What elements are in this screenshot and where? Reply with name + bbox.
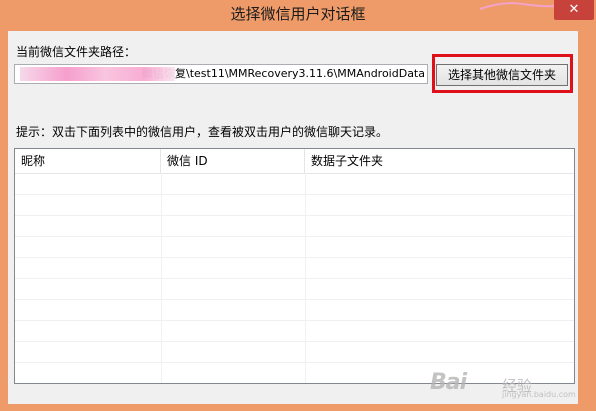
column-header-wechat-id[interactable]: 微信 ID bbox=[161, 149, 305, 173]
empty-list-row bbox=[15, 257, 574, 279]
list-header: 昵称 微信 ID 数据子文件夹 bbox=[15, 149, 574, 174]
folder-path-field[interactable]: 微信恢复\test11\MMRecovery3.11.6\MMAndroidDa… bbox=[14, 64, 428, 84]
folder-path-value: 微信恢复\test11\MMRecovery3.11.6\MMAndroidDa… bbox=[142, 67, 425, 80]
watermark-url: jingyan.baidu.com bbox=[502, 390, 576, 399]
column-header-data-subfolder[interactable]: 数据子文件夹 bbox=[305, 149, 574, 173]
empty-list-row bbox=[15, 299, 574, 321]
empty-list-row bbox=[15, 320, 574, 342]
redacted-path-segment bbox=[20, 67, 175, 81]
pen-stroke-mark bbox=[479, 2, 557, 10]
empty-list-row bbox=[15, 194, 574, 216]
close-icon: ✕ bbox=[568, 2, 580, 17]
empty-list-row bbox=[15, 341, 574, 363]
watermark-logo: Bai bbox=[430, 370, 467, 395]
hint-text: 提示：双击下面列表中的微信用户，查看被双击用户的微信聊天记录。 bbox=[16, 125, 389, 139]
user-list[interactable]: 昵称 微信 ID 数据子文件夹 bbox=[14, 148, 575, 384]
dialog-client-area: 当前微信文件夹路径： 微信恢复\test11\MMRecovery3.11.6\… bbox=[8, 31, 578, 404]
empty-list-row bbox=[15, 278, 574, 300]
red-highlight-annotation bbox=[432, 54, 573, 93]
empty-list-row bbox=[15, 215, 574, 237]
path-label: 当前微信文件夹路径： bbox=[16, 45, 137, 59]
column-header-nickname[interactable]: 昵称 bbox=[15, 149, 161, 173]
title-bar[interactable]: 选择微信用户对话框 ✕ bbox=[0, 0, 596, 30]
close-button[interactable]: ✕ bbox=[554, 0, 594, 20]
empty-list-row bbox=[15, 173, 574, 195]
baidu-watermark: Bai 经验 jingyan.baidu.com bbox=[430, 366, 576, 400]
empty-list-row bbox=[15, 236, 574, 258]
dialog-window: 选择微信用户对话框 ✕ 当前微信文件夹路径： 微信恢复\test11\MMRec… bbox=[0, 0, 596, 411]
